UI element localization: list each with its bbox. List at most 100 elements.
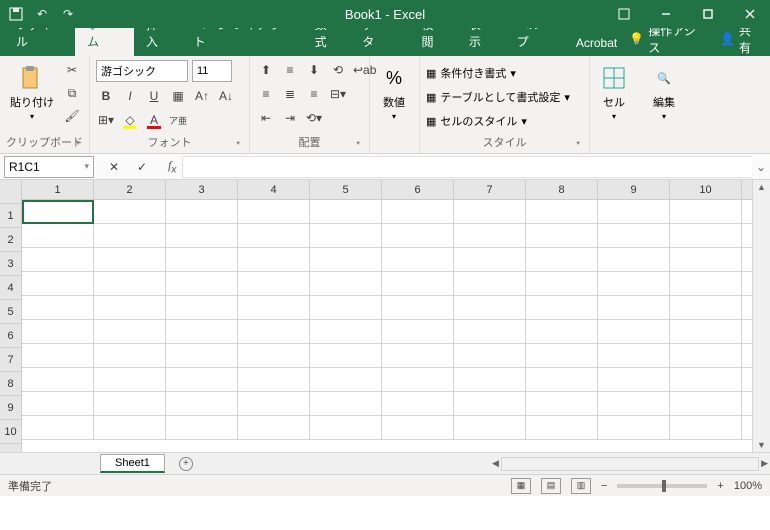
group-font: フォント [96,131,243,153]
pagelayout-view-icon[interactable]: ▤ [541,478,561,494]
col-header[interactable]: 10 [670,180,742,200]
status-bar: 準備完了 ▦ ▤ ▥ − + 100% [0,474,770,496]
col-header[interactable]: 6 [382,180,454,200]
row-header[interactable]: 9 [0,396,21,420]
font-name-combo[interactable] [96,60,188,82]
ribbon: 貼り付け ▾ ✂ ⧉ 🖌 クリップボード B I U ▦ A↑ A↓ [0,56,770,154]
conditional-icon: ▦ [426,67,436,80]
maximize-icon[interactable] [688,0,728,28]
tab-acrobat[interactable]: Acrobat [564,30,629,56]
font-color-icon[interactable]: A [144,110,164,130]
col-header[interactable]: 7 [454,180,526,200]
enter-formula-icon[interactable]: ✓ [132,157,152,177]
formula-bar: R1C1▾ ✕ ✓ fx ⌄ [0,154,770,180]
scroll-up-icon[interactable]: ▲ [753,180,770,194]
col-header[interactable]: 1 [22,180,94,200]
select-all-corner[interactable] [0,180,21,204]
fx-icon[interactable]: fx [162,158,182,175]
status-text: 準備完了 [8,478,52,494]
percent-icon: % [380,64,408,92]
format-as-table[interactable]: ▦テーブルとして書式設定 ▾ [426,88,570,106]
paste-button[interactable]: 貼り付け ▾ [6,60,58,125]
redo-icon[interactable]: ↷ [60,6,76,22]
scroll-left-icon[interactable]: ◀ [490,456,501,471]
row-header[interactable]: 5 [0,300,21,324]
pagebreak-view-icon[interactable]: ▥ [571,478,591,494]
col-header[interactable]: 8 [526,180,598,200]
minimize-icon[interactable] [646,0,686,28]
name-box[interactable]: R1C1▾ [4,156,94,178]
bold-button[interactable]: B [96,86,116,106]
normal-view-icon[interactable]: ▦ [511,478,531,494]
scroll-right-icon[interactable]: ▶ [759,456,770,471]
col-header[interactable]: 4 [238,180,310,200]
zoom-slider[interactable] [617,484,707,488]
col-header[interactable]: 9 [598,180,670,200]
row-header[interactable]: 8 [0,372,21,396]
undo-icon[interactable]: ↶ [34,6,50,22]
underline-button[interactable]: U [144,86,164,106]
cut-icon[interactable]: ✂ [62,60,82,80]
font-size-combo[interactable] [192,60,232,82]
editing-button[interactable]: 🔍 編集 ▾ [646,60,682,125]
find-icon: 🔍 [650,64,678,92]
col-header[interactable]: 2 [94,180,166,200]
conditional-formatting[interactable]: ▦条件付き書式 ▾ [426,64,516,82]
spreadsheet-grid: 1 2 3 4 5 6 7 8 9 10 1 2 3 4 5 6 7 8 9 1… [0,180,770,452]
col-header[interactable]: 5 [310,180,382,200]
decrease-indent-icon[interactable]: ⇤ [256,108,276,128]
zoom-in-icon[interactable]: + [717,480,723,492]
paste-icon [18,64,46,92]
row-header[interactable]: 4 [0,276,21,300]
expand-formula-icon[interactable]: ⌄ [752,160,770,174]
titlebar: ↶ ↷ Book1 - Excel [0,0,770,28]
border-dropdown-icon[interactable]: ⊞▾ [96,110,116,130]
align-bottom-icon[interactable]: ⬇ [304,60,324,80]
increase-indent-icon[interactable]: ⇥ [280,108,300,128]
row-header[interactable]: 1 [0,204,21,228]
lightbulb-icon: 💡 [629,32,644,46]
row-header[interactable]: 7 [0,348,21,372]
zoom-out-icon[interactable]: − [601,480,607,492]
vertical-scrollbar[interactable]: ▲ ▼ [752,180,770,452]
align-middle-icon[interactable]: ≡ [280,60,300,80]
fill-color-icon[interactable]: ◇ [120,110,140,130]
scroll-down-icon[interactable]: ▼ [753,438,770,452]
cells-button[interactable]: セル ▾ [596,60,632,125]
cells-area[interactable] [22,200,752,440]
sheet-tab-bar: Sheet1 + ◀ ▶ [0,452,770,474]
new-sheet-icon[interactable]: + [179,457,193,471]
merge-icon[interactable]: ⊟▾ [328,84,348,104]
orientation-dropdown-icon[interactable]: ⟲▾ [304,108,324,128]
close-icon[interactable] [730,0,770,28]
align-right-icon[interactable]: ≡ [304,84,324,104]
align-left-icon[interactable]: ≡ [256,84,276,104]
increase-font-icon[interactable]: A↑ [192,86,212,106]
align-top-icon[interactable]: ⬆ [256,60,276,80]
decrease-font-icon[interactable]: A↓ [216,86,236,106]
align-center-icon[interactable]: ≣ [280,84,300,104]
format-painter-icon[interactable]: 🖌 [62,106,82,126]
window-title: Book1 - Excel [345,7,425,22]
group-styles: スタイル [426,131,583,153]
zoom-level[interactable]: 100% [734,480,762,492]
cancel-formula-icon[interactable]: ✕ [104,157,124,177]
cell-styles[interactable]: ▦セルのスタイル ▾ [426,112,527,130]
border-icon[interactable]: ▦ [168,86,188,106]
copy-icon[interactable]: ⧉ [62,83,82,103]
row-header[interactable]: 2 [0,228,21,252]
sheet-tab[interactable]: Sheet1 [100,454,165,473]
horizontal-scrollbar[interactable]: ◀ ▶ [490,456,770,471]
row-header[interactable]: 6 [0,324,21,348]
row-header[interactable]: 10 [0,420,21,444]
number-format-button[interactable]: % 数値 ▾ [376,60,412,125]
ribbon-tabs: ファイル ホーム 挿入 ページ レイアウト 数式 データ 校閲 表示 ヘルプ A… [0,28,770,56]
col-header[interactable]: 3 [166,180,238,200]
ribbon-display-icon[interactable] [604,0,644,28]
row-header[interactable]: 3 [0,252,21,276]
ruby-icon[interactable]: ア亜 [168,110,188,130]
orientation-icon[interactable]: ⟲ [328,60,348,80]
save-icon[interactable] [8,6,24,22]
italic-button[interactable]: I [120,86,140,106]
formula-input[interactable] [182,156,752,178]
